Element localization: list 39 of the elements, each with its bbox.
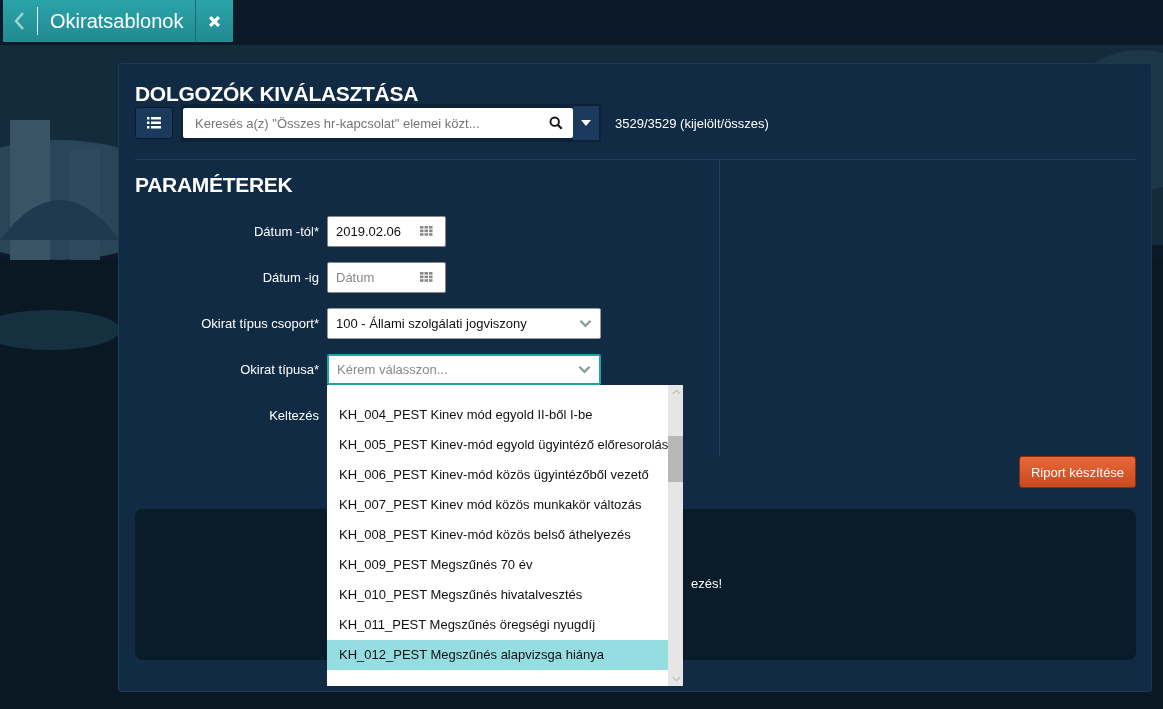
- list-icon: [147, 117, 161, 129]
- caret-icon: [581, 120, 591, 126]
- dropdown-option[interactable]: KH_007_PEST Kinev mód közös munkakör változás: [327, 489, 669, 520]
- result-message: ezés!: [691, 576, 723, 591]
- dropdown-option[interactable]: KH_012_PEST Megszűnés alapvizsga hiánya: [327, 639, 669, 670]
- select-field[interactable]: Kérem válasszon...: [327, 353, 601, 385]
- field-label: Keltezés: [268, 407, 320, 423]
- calendar-icon: [420, 226, 433, 236]
- section-title: PARAMÉTEREK: [135, 172, 294, 198]
- close-icon: [208, 14, 222, 28]
- field-label: Okirat típus csoport*: [200, 315, 320, 331]
- list-button[interactable]: [135, 107, 173, 139]
- scrollbar-thumb[interactable]: [668, 435, 683, 482]
- field-label: Dátum -ig: [261, 269, 320, 285]
- chevron-icon: [579, 318, 592, 328]
- dropdown-option[interactable]: KH_004_PEST Kinev mód egyold II-ből I-be: [327, 399, 669, 430]
- tab[interactable]: Okiratsablonok: [3, 0, 196, 42]
- dropdown-option[interactable]: KH_009_PEST Megszűnés 70 év: [327, 549, 669, 580]
- dropdown-option[interactable]: KH_010_PEST Megszűnés hivatalvesztés: [327, 579, 669, 610]
- tab-title: Okiratsablonok: [50, 9, 184, 33]
- dropdown-option[interactable]: KH_008_PEST Kinev-mód közös belső áthelyezés: [327, 519, 669, 550]
- dropdown-option[interactable]: KH_006_PEST Kinev-mód közös ügyintézőből vezető: [327, 459, 669, 490]
- search-field[interactable]: Keresés a(z) "Összes hr-kapcsolat" elemei közt...: [183, 108, 573, 138]
- dropdown-button[interactable]: [573, 106, 599, 140]
- field-label: Okirat típusa*: [239, 361, 320, 377]
- calendar-icon: [420, 272, 433, 282]
- dropdown-option[interactable]: KH_005_PEST Kinev-mód egyold ügyintéző előresorolás: [327, 429, 669, 460]
- date-field[interactable]: Dátum: [327, 261, 446, 293]
- chevron-icon: [578, 364, 591, 374]
- report-button[interactable]: Riport készítése: [1019, 456, 1136, 488]
- dropdown-option[interactable]: KH_011_PEST Megszűnés öregségi nyugdíj: [327, 609, 669, 640]
- field-label: Dátum -tól*: [252, 223, 320, 239]
- search-icon: [549, 116, 563, 130]
- section-title: DOLGOZÓK KIVÁLASZTÁSA: [135, 81, 420, 104]
- scrollbar[interactable]: [668, 384, 683, 686]
- select-field[interactable]: 100 - Állami szolgálati jogviszony: [327, 307, 601, 339]
- close-button[interactable]: [195, 0, 234, 42]
- date-field[interactable]: 2019.02.06: [327, 215, 446, 247]
- selection-count: 3529/3529 (kijelölt/összes): [615, 115, 769, 131]
